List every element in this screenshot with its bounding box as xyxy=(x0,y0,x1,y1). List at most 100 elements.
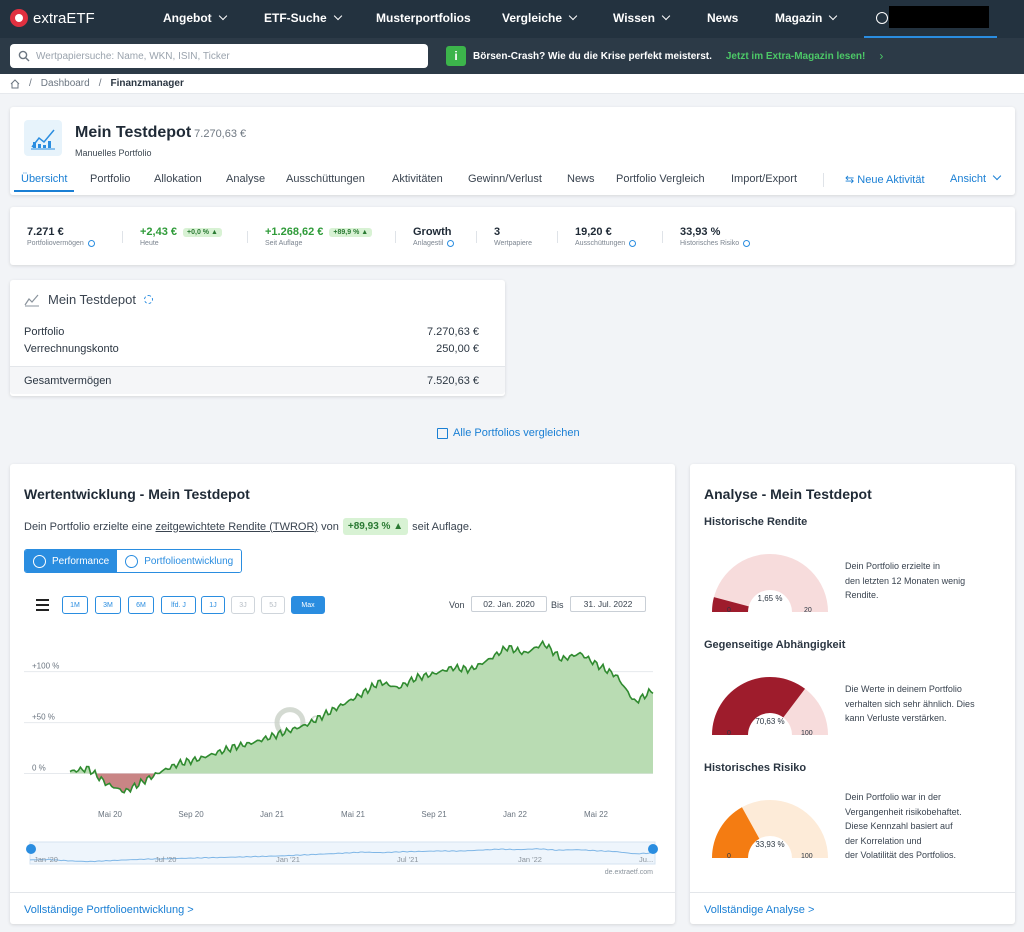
performance-button[interactable]: Performance xyxy=(25,550,118,572)
divider xyxy=(557,231,558,243)
promo-banner[interactable]: i Börsen-Crash? Wie du die Krise perfekt… xyxy=(446,45,883,67)
gauge-min: 0 xyxy=(727,607,731,614)
data-point xyxy=(469,668,473,672)
nav-item-vergleiche[interactable]: Vergleiche xyxy=(502,0,578,38)
desc-line: der Korrelation und xyxy=(845,835,922,846)
navigator-tick-label: Jan '22 xyxy=(518,855,542,864)
nav-item-musterportfolios[interactable]: Musterportfolios xyxy=(376,0,471,38)
data-point xyxy=(596,664,600,668)
tab-uebersicht[interactable]: Übersicht xyxy=(21,173,67,185)
view-dropdown[interactable]: Ansicht xyxy=(950,171,1002,185)
full-development-link[interactable]: Vollständige Portfolioentwicklung > xyxy=(10,892,675,924)
gegenseitige-abhaengigkeit-title: Gegenseitige Abhängigkeit xyxy=(704,639,846,651)
user-menu[interactable] xyxy=(864,0,997,38)
return-badge: +89,93 % ▲ xyxy=(342,518,409,535)
chart-source: de.extraetf.com xyxy=(605,869,653,876)
nav-item-magazin[interactable]: Magazin xyxy=(775,0,838,38)
gauge-min: 0 xyxy=(727,730,731,737)
stat-wertpapiere: 3 Wertpapiere xyxy=(494,226,532,247)
negative-area xyxy=(70,773,653,793)
navigator-left-handle xyxy=(26,844,36,854)
new-activity-button[interactable]: ⇆ Neue Aktivität xyxy=(845,173,925,186)
historische-rendite-desc: Dein Portfolio erzielte in den letzten 12… xyxy=(845,559,965,603)
data-point xyxy=(378,680,382,684)
extraetf-logo[interactable]: extraETF xyxy=(10,9,95,27)
tab-portfolio[interactable]: Portfolio xyxy=(90,173,130,185)
range-max[interactable]: Max xyxy=(291,596,325,614)
portfolio-title: Mein Testdepot 7.270,63 € xyxy=(75,124,246,142)
data-point xyxy=(268,735,272,739)
menu-icon[interactable] xyxy=(36,599,49,614)
nav-item-angebot[interactable]: Angebot xyxy=(163,0,227,38)
data-point xyxy=(287,729,291,733)
navigator-tick-label: Jul '21 xyxy=(397,855,418,864)
gauge-max: 100 xyxy=(801,730,813,737)
gear-icon[interactable] xyxy=(143,295,153,304)
home-icon[interactable] xyxy=(10,78,20,89)
navigator-tick-label: Jan '21 xyxy=(276,855,300,864)
search-input[interactable] xyxy=(36,44,421,68)
row-value: 7.270,63 € xyxy=(427,326,479,338)
from-label: Von xyxy=(449,600,465,610)
depot-card: Mein Testdepot Portfolio 7.270,63 € Verre… xyxy=(10,280,505,396)
summary-text: Dein Portfolio erzielte eine xyxy=(24,520,153,533)
tab-portfolio-vergleich[interactable]: Portfolio Vergleich xyxy=(616,173,705,185)
info-icon[interactable] xyxy=(447,240,455,247)
breadcrumb-dashboard[interactable]: Dashboard xyxy=(41,78,90,89)
tab-gewinn-verlust[interactable]: Gewinn/Verlust xyxy=(468,173,542,185)
stat-seit-auflage: +1.268,62 € +89,9 % ▲ Seit Auflage xyxy=(265,226,373,247)
range-1j[interactable]: 1J xyxy=(201,596,225,614)
view-label: Ansicht xyxy=(950,173,987,185)
row-label: Verrechnungskonto xyxy=(24,343,119,355)
row-label: Portfolio xyxy=(24,326,65,338)
date-from-input[interactable]: 02. Jan. 2020 xyxy=(471,596,547,612)
range-3m[interactable]: 3M xyxy=(95,596,121,614)
nav-label: ETF-Suche xyxy=(264,11,327,25)
compare-portfolios-link[interactable]: Alle Portfolios vergleichen xyxy=(437,427,580,439)
nav-label: Musterportfolios xyxy=(376,11,471,25)
stat-value: 33,93 % xyxy=(680,226,721,238)
info-icon[interactable] xyxy=(629,240,637,247)
desc-line: Rendite. xyxy=(845,590,879,600)
gauge-value: 1,65 % xyxy=(757,594,783,603)
tab-allokation[interactable]: Allokation xyxy=(154,173,202,185)
portfolioentwicklung-button[interactable]: Portfolioentwicklung xyxy=(117,550,242,572)
data-point xyxy=(323,712,327,716)
nav-item-wissen[interactable]: Wissen xyxy=(613,0,671,38)
range-6m[interactable]: 6M xyxy=(128,596,154,614)
gauge-max: 20 xyxy=(804,607,812,614)
promo-link[interactable]: Jetzt im Extra-Magazin lesen! xyxy=(726,51,865,62)
x-tick-label: Jan 22 xyxy=(503,810,528,819)
nav-label: Vergleiche xyxy=(502,11,563,25)
x-tick-label: Jan 21 xyxy=(260,810,285,819)
tab-ausschuettungen[interactable]: Ausschüttungen xyxy=(286,173,365,185)
historische-rendite-gauge xyxy=(712,554,828,612)
range-1m[interactable]: 1M xyxy=(62,596,88,614)
full-analysis-link[interactable]: Vollständige Analyse > xyxy=(690,892,1015,924)
compare-link-label: Alle Portfolios vergleichen xyxy=(453,427,580,439)
tab-analyse[interactable]: Analyse xyxy=(226,173,265,185)
performance-chart[interactable]: +100 %+50 %0 %extraETFMai 20Sep 20Jan 21… xyxy=(10,624,675,884)
twror-link[interactable]: zeitgewichtete Rendite (TWROR) xyxy=(155,521,318,533)
tab-aktivitaeten[interactable]: Aktivitäten xyxy=(392,173,443,185)
desc-line: der Volatilität des Portfolios. xyxy=(845,850,957,860)
depot-row-verrechnungskonto: Verrechnungskonto 250,00 € xyxy=(24,343,479,355)
tab-import-export[interactable]: Import/Export xyxy=(731,173,797,185)
swap-icon: ⇆ xyxy=(845,174,858,186)
chart-mode-toggle: Performance Portfolioentwicklung xyxy=(24,549,243,573)
data-point xyxy=(214,751,218,755)
change-badge: +89,9 % ▲ xyxy=(329,227,373,237)
brand-name: extraETF xyxy=(33,9,95,27)
range-ytd[interactable]: lfd. J xyxy=(161,596,196,614)
tab-news[interactable]: News xyxy=(567,173,595,185)
to-label: Bis xyxy=(551,600,564,610)
date-to-input[interactable]: 31. Jul. 2022 xyxy=(570,596,646,612)
nav-item-news[interactable]: News xyxy=(707,0,738,38)
chevron-down-icon xyxy=(568,11,578,21)
stat-label: Wertpapiere xyxy=(494,240,533,247)
info-icon[interactable] xyxy=(87,240,95,247)
nav-item-etf-suche[interactable]: ETF-Suche xyxy=(264,0,342,38)
stat-value: +2,43 € +0,0 % ▲ xyxy=(140,226,222,238)
info-icon[interactable] xyxy=(743,240,751,247)
button-label: Performance xyxy=(52,555,110,567)
